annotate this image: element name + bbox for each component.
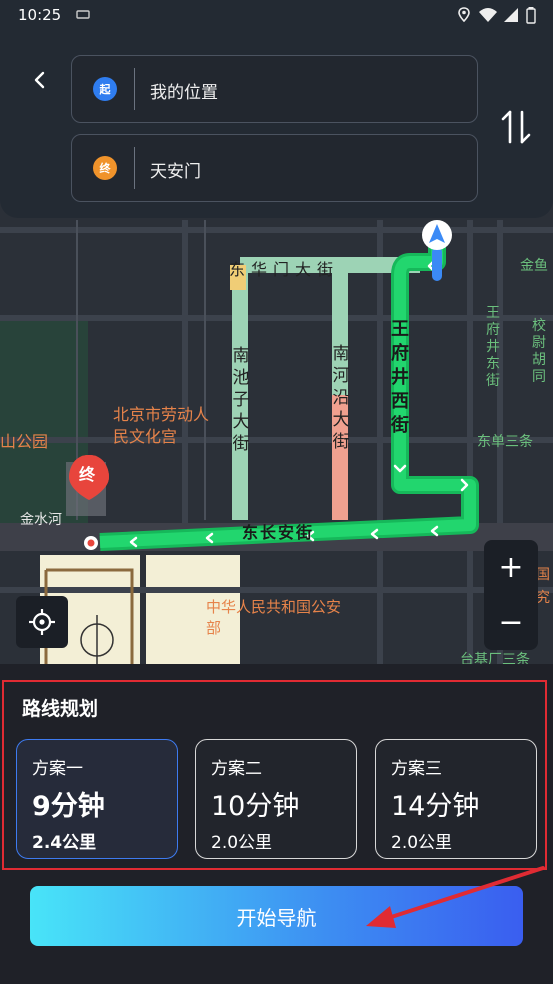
start-navigation-label: 开始导航 bbox=[236, 905, 317, 930]
clock: 10:25 bbox=[18, 6, 62, 24]
end-location-field[interactable]: 终 天安门 bbox=[71, 134, 478, 202]
sim-card-icon bbox=[76, 10, 90, 19]
plan-card-1[interactable]: 方案一 9分钟 2.4公里 bbox=[16, 739, 178, 859]
map-label-labor-palace: 北京市劳动人民文化宫 bbox=[113, 405, 210, 446]
plan-distance: 2.4公里 bbox=[32, 833, 97, 853]
plan-distance: 2.0公里 bbox=[211, 833, 273, 853]
start-badge: 起 bbox=[93, 77, 117, 101]
end-location-label: 天安门 bbox=[150, 162, 201, 182]
plan-name: 方案一 bbox=[32, 759, 83, 779]
swap-vertical-icon bbox=[501, 110, 531, 144]
end-badge: 终 bbox=[93, 156, 117, 180]
plan-name: 方案二 bbox=[211, 759, 262, 779]
plan-card-2[interactable]: 方案二 10分钟 2.0公里 bbox=[195, 739, 357, 859]
start-location-label: 我的位置 bbox=[150, 83, 218, 103]
crosshair-icon bbox=[29, 609, 55, 635]
back-button[interactable] bbox=[18, 58, 62, 102]
map-label-jinyu: 金鱼 bbox=[520, 258, 548, 274]
plan-title: 路线规划 bbox=[22, 698, 99, 720]
zoom-in-button[interactable]: + bbox=[484, 540, 538, 595]
chevron-left-icon bbox=[34, 71, 45, 89]
map-label-jiaowei: 校尉胡同 bbox=[532, 318, 546, 385]
plan-time: 10分钟 bbox=[211, 791, 300, 822]
signal-icon bbox=[504, 8, 518, 22]
plan-time: 14分钟 bbox=[391, 791, 480, 822]
status-bar: 10:25 bbox=[0, 0, 553, 30]
route-plan-panel: 路线规划 方案一 9分钟 2.4公里 方案二 10分钟 2.0公里 方案三 14… bbox=[0, 664, 553, 984]
field-divider bbox=[134, 147, 135, 189]
map-label-edge-1: 国 bbox=[536, 567, 550, 583]
map-label-nanchizi: 南池子大街 bbox=[232, 346, 250, 454]
plan-card-3[interactable]: 方案三 14分钟 2.0公里 bbox=[375, 739, 537, 859]
start-location-field[interactable]: 起 我的位置 bbox=[71, 55, 478, 123]
map-label-nanheyan: 南河沿大街 bbox=[332, 344, 350, 452]
map-label-jinshui: 金水河 bbox=[20, 512, 62, 528]
map-label-edge-2: 究 bbox=[536, 590, 550, 606]
zoom-controls: + − bbox=[484, 540, 538, 650]
map-label-donghuamen: 东华门大街 bbox=[229, 260, 340, 279]
plan-time: 9分钟 bbox=[32, 791, 105, 822]
location-icon bbox=[458, 7, 470, 23]
map-label-wangfujing-east: 王府井东街 bbox=[486, 305, 500, 389]
battery-icon bbox=[526, 7, 536, 24]
annotation-arrow bbox=[366, 866, 545, 928]
route-line bbox=[99, 240, 479, 551]
map-label-police: 中华人民共和国公安部 bbox=[206, 598, 342, 637]
map-label-dongdan: 东单三条 bbox=[477, 434, 533, 450]
map-label-changan: 东长安街 bbox=[242, 523, 315, 542]
swap-locations-button[interactable] bbox=[496, 106, 536, 150]
map-label-wangfujing: 王府井西街 bbox=[391, 319, 409, 436]
end-marker-label: 终 bbox=[79, 465, 96, 484]
plan-name: 方案三 bbox=[391, 759, 442, 779]
map-label-park: 山公园 bbox=[0, 432, 49, 451]
route-input-panel: 起 我的位置 终 天安门 bbox=[0, 0, 553, 218]
locate-me-button[interactable] bbox=[16, 596, 68, 648]
field-divider bbox=[134, 68, 135, 110]
wifi-icon bbox=[479, 8, 497, 22]
plan-distance: 2.0公里 bbox=[391, 833, 453, 853]
zoom-out-button[interactable]: − bbox=[484, 595, 538, 650]
